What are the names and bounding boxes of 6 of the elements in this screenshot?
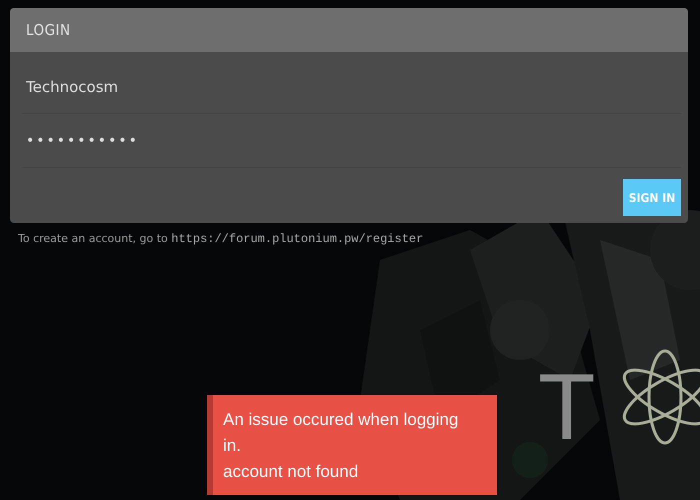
error-message: An issue occured when logging in.: [223, 409, 460, 457]
login-title: LOGIN: [26, 21, 71, 39]
register-note: To create an account, go to https://forum.plutonium.pw/register: [18, 232, 424, 246]
logo-text: T: [538, 360, 596, 454]
register-link[interactable]: https://forum.plutonium.pw/register: [171, 232, 424, 246]
error-detail: account not found: [223, 461, 360, 483]
